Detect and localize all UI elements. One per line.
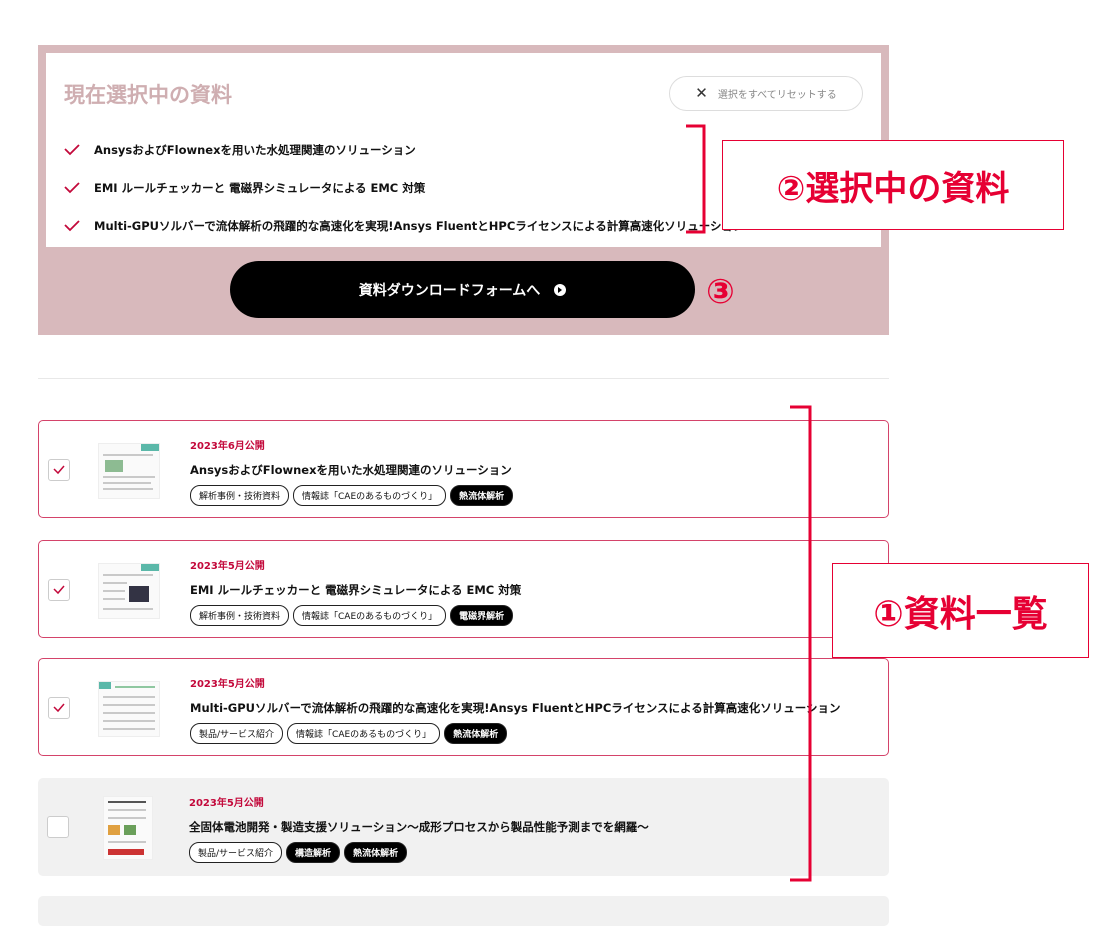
doc-tag[interactable]: 熱流体解析 (444, 723, 508, 744)
doc-date: 2023年6月公開 (190, 441, 265, 452)
selected-doc-item: AnsysおよびFlownexを用いた水処理関連のソリューション (64, 131, 744, 169)
selected-doc-label: Multi-GPUソルバーで流体解析の飛躍的な高速化を実現!Ansys Flue… (94, 219, 745, 233)
doc-tag[interactable]: 情報誌「CAEのあるものづくり」 (287, 723, 441, 744)
doc-tag[interactable]: 情報誌「CAEのあるものづくり」 (293, 605, 447, 626)
doc-thumbnail (103, 796, 153, 860)
doc-tags: 製品/サービス紹介 情報誌「CAEのあるものづくり」 熱流体解析 (190, 723, 840, 744)
doc-tag[interactable]: 製品/サービス紹介 (190, 723, 284, 744)
doc-date: 2023年5月公開 (189, 798, 264, 809)
check-icon (53, 585, 65, 595)
document-card[interactable]: 2023年5月公開 Multi-GPUソルバーで流体解析の飛躍的な高速化を実現!… (38, 658, 889, 756)
document-card[interactable]: 2023年5月公開 全固体電池開発・製造支援ソリューション〜成形プロセスから製品… (38, 778, 889, 876)
check-icon (53, 465, 65, 475)
document-card[interactable]: 2023年5月公開 EMI ルールチェッカーと 電磁界シミュレータによる EMC… (38, 540, 889, 638)
doc-body: 2023年6月公開 AnsysおよびFlownexを用いた水処理関連のソリューシ… (190, 437, 514, 506)
doc-tags: 解析事例・技術資料 情報誌「CAEのあるものづくり」 電磁界解析 (190, 605, 521, 626)
close-icon: ✕ (695, 85, 708, 102)
doc-thumbnail (98, 443, 160, 499)
doc-body: 2023年5月公開 全固体電池開発・製造支援ソリューション〜成形プロセスから製品… (189, 794, 649, 863)
doc-tags: 解析事例・技術資料 情報誌「CAEのあるものづくり」 熱流体解析 (190, 485, 514, 506)
doc-checkbox[interactable] (47, 816, 69, 838)
arrow-right-icon (554, 283, 567, 296)
selected-doc-item: Multi-GPUソルバーで流体解析の飛躍的な高速化を実現!Ansys Flue… (64, 207, 744, 245)
doc-thumbnail (98, 681, 160, 737)
check-icon (64, 220, 80, 232)
doc-thumbnail (98, 563, 160, 619)
doc-title[interactable]: 全固体電池開発・製造支援ソリューション〜成形プロセスから製品性能予測までを網羅〜 (189, 819, 649, 835)
doc-tag[interactable]: 製品/サービス紹介 (189, 842, 283, 863)
doc-tag[interactable]: 電磁界解析 (450, 605, 514, 626)
doc-tag[interactable]: 熱流体解析 (450, 485, 514, 506)
doc-title[interactable]: AnsysおよびFlownexを用いた水処理関連のソリューション (190, 462, 513, 478)
selected-doc-item: EMI ルールチェッカーと 電磁界シミュレータによる EMC 対策 (64, 169, 744, 207)
doc-tags: 製品/サービス紹介 構造解析 熱流体解析 (189, 842, 649, 863)
check-icon (64, 144, 80, 156)
doc-tag[interactable]: 解析事例・技術資料 (190, 485, 290, 506)
selected-docs-title: 現在選択中の資料 (64, 83, 232, 107)
doc-checkbox[interactable] (48, 459, 70, 481)
selected-docs-list: AnsysおよびFlownexを用いた水処理関連のソリューション EMI ルール… (64, 131, 744, 245)
reset-all-button[interactable]: ✕ 選択をすべてリセットする (669, 76, 863, 111)
doc-title[interactable]: EMI ルールチェッカーと 電磁界シミュレータによる EMC 対策 (190, 582, 521, 598)
doc-checkbox[interactable] (48, 697, 70, 719)
selected-doc-label: AnsysおよびFlownexを用いた水処理関連のソリューション (94, 143, 416, 157)
doc-body: 2023年5月公開 EMI ルールチェッカーと 電磁界シミュレータによる EMC… (190, 557, 521, 626)
annotation-selected-docs: ②選択中の資料 (722, 140, 1064, 230)
reset-all-label: 選択をすべてリセットする (717, 90, 837, 101)
doc-title[interactable]: Multi-GPUソルバーで流体解析の飛躍的な高速化を実現!Ansys Flue… (190, 700, 840, 716)
section-divider (38, 378, 889, 379)
download-form-button[interactable]: 資料ダウンロードフォームへ (230, 261, 695, 318)
document-card[interactable]: 2023年6月公開 AnsysおよびFlownexを用いた水処理関連のソリューシ… (38, 420, 889, 518)
doc-date: 2023年5月公開 (190, 679, 265, 690)
check-icon (53, 703, 65, 713)
doc-tag[interactable]: 解析事例・技術資料 (190, 605, 290, 626)
doc-list-bracket (790, 405, 812, 882)
selected-docs-bracket (686, 124, 706, 234)
doc-checkbox[interactable] (48, 579, 70, 601)
document-card[interactable] (38, 896, 889, 926)
doc-date: 2023年5月公開 (190, 561, 265, 572)
download-form-label: 資料ダウンロードフォームへ (358, 281, 541, 298)
doc-tag[interactable]: 情報誌「CAEのあるものづくり」 (293, 485, 447, 506)
annotation-step3: ③ (706, 272, 735, 312)
doc-body: 2023年5月公開 Multi-GPUソルバーで流体解析の飛躍的な高速化を実現!… (190, 675, 840, 744)
doc-tag[interactable]: 構造解析 (286, 842, 341, 863)
selected-doc-label: EMI ルールチェッカーと 電磁界シミュレータによる EMC 対策 (94, 181, 426, 195)
doc-tag[interactable]: 熱流体解析 (344, 842, 408, 863)
annotation-doc-list: ①資料一覧 (832, 563, 1089, 658)
check-icon (64, 182, 80, 194)
